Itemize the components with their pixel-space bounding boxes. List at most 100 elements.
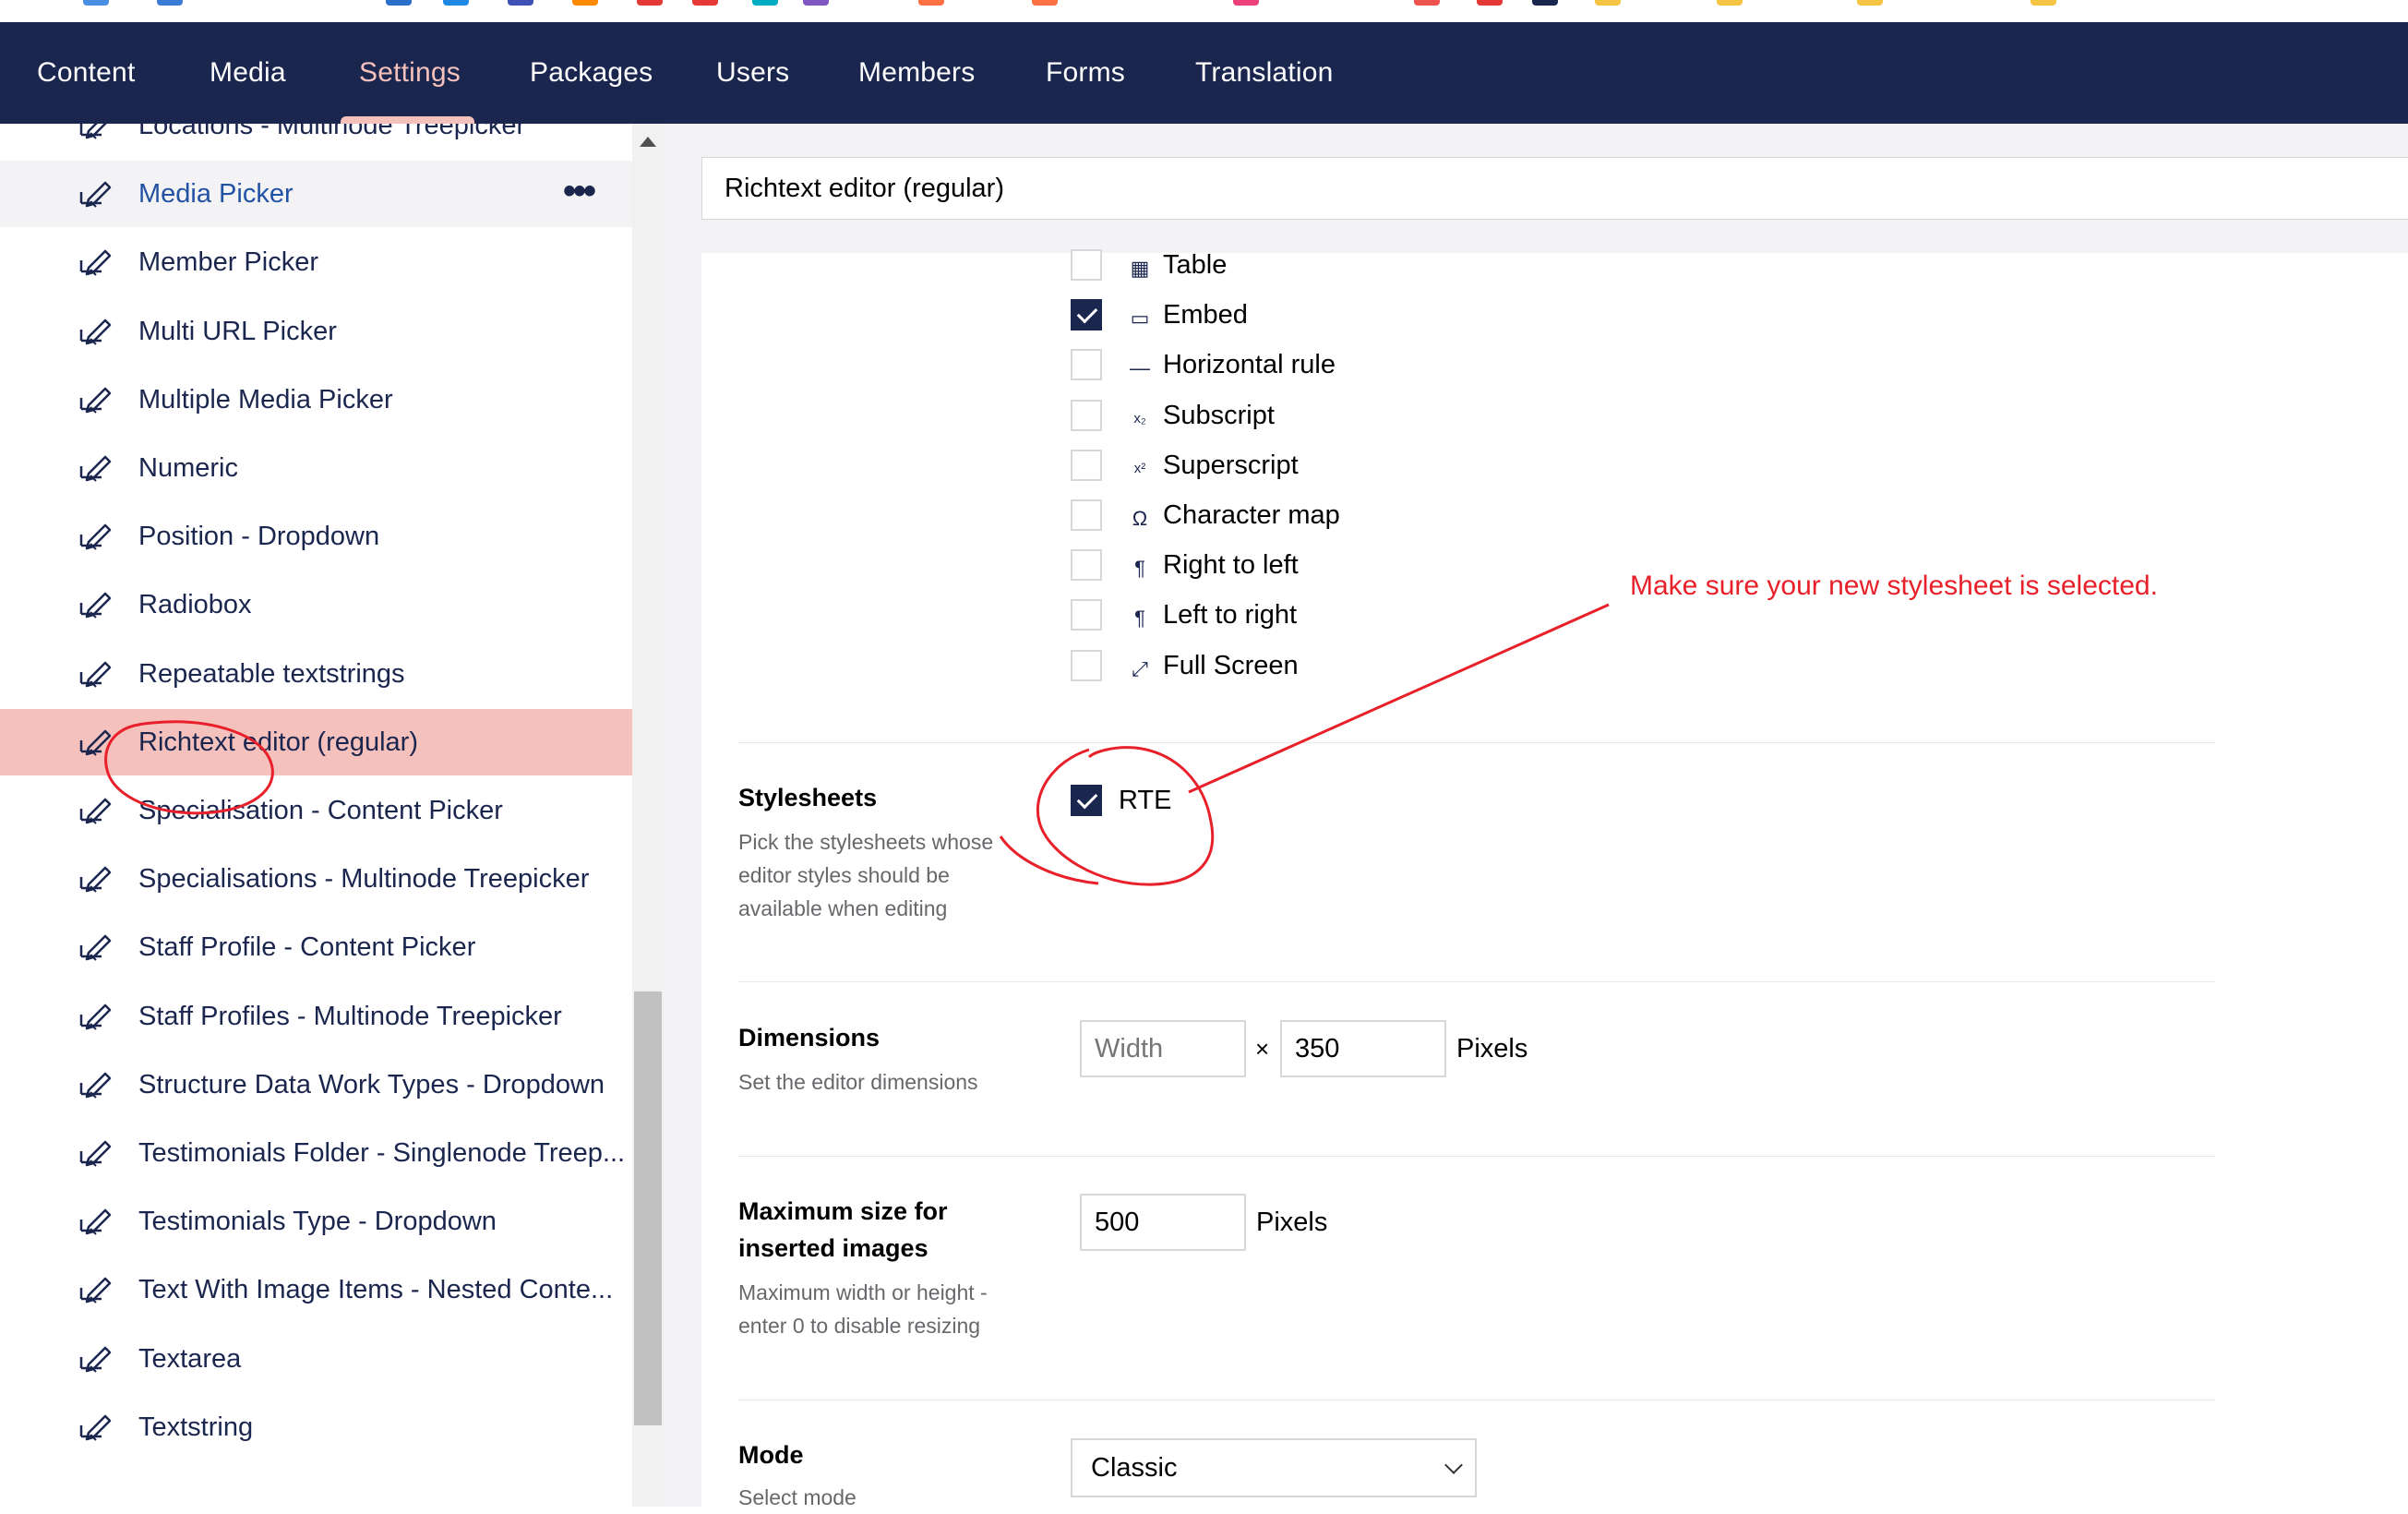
bookmark-icon[interactable] [2031, 0, 2056, 6]
toolbar-option-checkbox[interactable] [1071, 299, 1102, 331]
toolbar-option-checkbox[interactable] [1071, 349, 1102, 381]
toolbar-option-checkbox[interactable] [1071, 449, 1102, 481]
bookmark-icon[interactable] [1857, 0, 1883, 6]
bookmark-icon[interactable] [508, 0, 533, 6]
edit-datatype-icon [78, 864, 113, 894]
datatype-name-input[interactable]: Richtext editor (regular) [725, 158, 1004, 219]
toolbar-option-checkbox[interactable] [1071, 599, 1102, 631]
editor-header: Richtext editor (regular) [701, 157, 2408, 220]
bookmark-icon[interactable] [1595, 0, 1621, 6]
tree-item-label: Structure Data Work Types - Dropdown [138, 1069, 605, 1099]
bookmark-icon[interactable] [1233, 0, 1259, 6]
tree-item[interactable]: Testimonials Type - Dropdown [0, 1188, 632, 1255]
tree-item-label: Textstring [138, 1412, 254, 1442]
bookmark-icon[interactable] [83, 0, 109, 6]
bookmark-icon[interactable] [572, 0, 598, 6]
max-image-size-unit: Pixels [1256, 1208, 1328, 1237]
tree-item[interactable]: Specialisation - Content Picker [0, 777, 632, 844]
tree-item[interactable]: Staff Profile - Content Picker [0, 914, 632, 980]
tree-item[interactable]: Locations - Multinode Treepicker [0, 124, 632, 159]
stylesheet-option-label: RTE [1119, 786, 1172, 815]
tree-item-label: Repeatable textstrings [138, 658, 405, 689]
bookmark-icon[interactable] [1414, 0, 1440, 6]
nav-item-settings[interactable]: Settings [359, 22, 461, 124]
nav-item-content[interactable]: Content [37, 22, 135, 124]
toolbar-option-checkbox[interactable] [1071, 499, 1102, 531]
toolbar-option-checkbox[interactable] [1071, 249, 1102, 281]
divider [738, 1156, 2215, 1157]
tree-item-label: Locations - Multinode Treepicker [138, 124, 526, 140]
edit-datatype-icon [78, 659, 113, 689]
bookmark-icon[interactable] [918, 0, 944, 6]
tree-item[interactable]: Position - Dropdown [0, 503, 632, 570]
mode-select[interactable]: Classic [1071, 1438, 1477, 1497]
nav-item-forms[interactable]: Forms [1046, 22, 1125, 124]
tree-item-label: Position - Dropdown [138, 522, 380, 552]
bookmark-icon[interactable] [157, 0, 183, 6]
tree-item-label: Specialisations - Multinode Treepicker [138, 864, 590, 895]
tree-item[interactable]: Member Picker [0, 229, 632, 295]
dimensions-description: Set the editor dimensions [738, 1070, 978, 1094]
tree-item[interactable]: Media Picker ••• [0, 161, 632, 228]
more-actions-button[interactable]: ••• [563, 161, 596, 227]
bookmark-icon[interactable] [1477, 0, 1503, 6]
table-icon: ▦ [1130, 257, 1150, 280]
edit-datatype-icon [78, 590, 113, 619]
browser-bookmarks-strip [0, 0, 2408, 23]
bookmark-icon[interactable] [386, 0, 412, 6]
tree-item[interactable]: Specialisations - Multinode Treepicker [0, 846, 632, 912]
edit-datatype-icon [78, 1070, 113, 1099]
tree-item-label: Testimonials Folder - Singlenode Treep..… [138, 1138, 626, 1168]
toolbar-option-checkbox[interactable] [1071, 399, 1102, 431]
toolbar-option-label: Subscript [1163, 400, 1275, 430]
nav-item-members[interactable]: Members [858, 22, 975, 124]
nav-item-packages[interactable]: Packages [530, 22, 653, 124]
bookmark-icon[interactable] [1032, 0, 1058, 6]
tree-item[interactable]: Text With Image Items - Nested Conte... [0, 1256, 632, 1323]
stylesheet-checkbox[interactable] [1071, 785, 1102, 816]
toolbar-option-label: Full Screen [1163, 650, 1299, 680]
width-input[interactable] [1080, 1020, 1246, 1077]
tree-item[interactable]: Radiobox [0, 571, 632, 638]
height-input[interactable]: 350 [1280, 1020, 1446, 1077]
nav-item-translation[interactable]: Translation [1195, 22, 1334, 124]
edit-datatype-icon [78, 727, 113, 757]
tree-item[interactable]: Structure Data Work Types - Dropdown [0, 1051, 632, 1118]
toolbar-option-label: Superscript [1163, 450, 1299, 480]
toolbar-option-label: Right to left [1163, 550, 1299, 581]
toolbar-option-checkbox[interactable] [1071, 649, 1102, 681]
toolbar-option-checkbox[interactable] [1071, 549, 1102, 582]
tree-item[interactable]: Textarea [0, 1326, 632, 1392]
bookmark-icon[interactable] [1532, 0, 1558, 6]
scrollbar-thumb[interactable] [634, 991, 662, 1425]
tree-item[interactable]: Multiple Media Picker [0, 366, 632, 433]
right-to-left-icon: ¶ [1134, 557, 1145, 581]
bookmark-icon[interactable] [803, 0, 829, 6]
mode-description: Select mode [738, 1485, 857, 1509]
edit-datatype-icon [78, 453, 113, 483]
tree-item[interactable]: Staff Profiles - Multinode Treepicker [0, 983, 632, 1050]
tree-item[interactable]: Multi URL Picker [0, 298, 632, 365]
max-image-size-input[interactable]: 500 [1080, 1194, 1246, 1251]
tree-item[interactable]: Numeric [0, 435, 632, 501]
character-map-icon: Ω [1132, 507, 1148, 530]
mode-label: Mode [738, 1441, 804, 1469]
max-image-size-description-line-2: enter 0 to disable resizing [738, 1314, 981, 1338]
tree-item[interactable]: Richtext editor (regular) [0, 708, 632, 775]
nav-item-media[interactable]: Media [210, 22, 286, 124]
tree-item[interactable]: Repeatable textstrings [0, 641, 632, 707]
dimensions-separator: × [1255, 1035, 1270, 1063]
tree-item[interactable]: Textstring [0, 1394, 632, 1460]
bookmark-icon[interactable] [1717, 0, 1743, 6]
bookmark-icon[interactable] [443, 0, 469, 6]
nav-item-users[interactable]: Users [716, 22, 789, 124]
bookmark-icon[interactable] [637, 0, 663, 6]
edit-datatype-icon [78, 1138, 113, 1168]
scroll-up-arrow-icon[interactable] [640, 137, 656, 147]
tree-scrollbar[interactable] [632, 124, 664, 1507]
full-screen-icon: ⤢ [1132, 656, 1148, 680]
bookmark-icon[interactable] [752, 0, 778, 6]
bookmark-icon[interactable] [692, 0, 718, 6]
tree-item[interactable]: Testimonials Folder - Singlenode Treep..… [0, 1120, 632, 1186]
tree-item-label: Staff Profile - Content Picker [138, 932, 476, 963]
